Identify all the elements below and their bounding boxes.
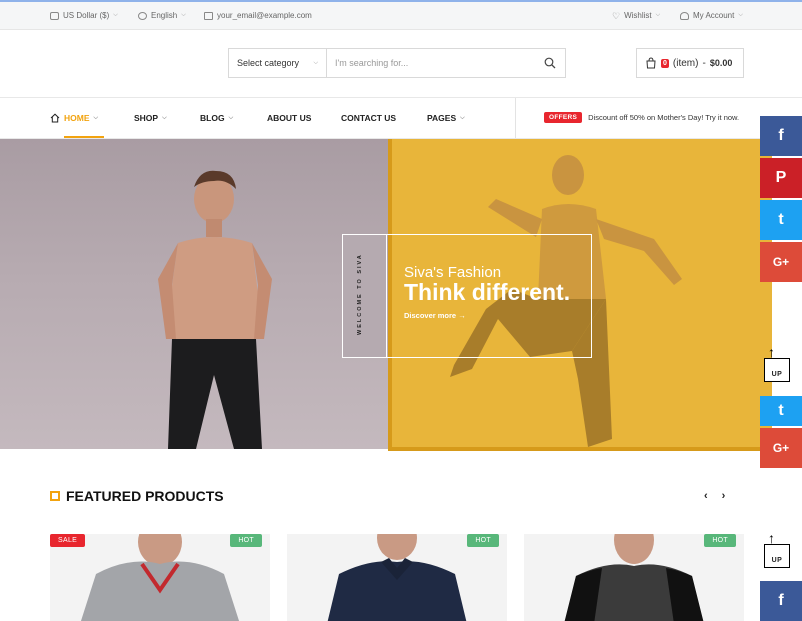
nav-label: PAGES: [427, 113, 457, 123]
arrow-up-icon: ↑: [768, 530, 775, 546]
facebook-icon: f: [778, 592, 784, 609]
currency-label: US Dollar ($): [63, 11, 110, 20]
facebook-share-button[interactable]: f: [760, 581, 802, 621]
nav-label: CONTACT US: [341, 113, 397, 123]
facebook-icon: f: [778, 127, 784, 144]
chevron-down-icon: ⌵: [738, 12, 743, 18]
mail-icon: [204, 11, 213, 20]
twitter-share-button[interactable]: t: [760, 200, 802, 240]
wallet-icon: [50, 11, 59, 20]
chevron-down-icon: ⌵: [313, 59, 318, 66]
nav-label: HOME: [64, 113, 90, 123]
google-plus-icon: G+: [772, 255, 790, 269]
chevron-down-icon: ⌵: [460, 114, 465, 121]
cart-separator: -: [702, 57, 706, 69]
cart-items-label: (item): [672, 57, 699, 69]
featured-products-heading: FEATURED PRODUCTS: [50, 488, 224, 504]
account-menu[interactable]: My Account ⌵: [680, 11, 743, 20]
product-image: [327, 534, 467, 621]
language-label: English: [151, 11, 178, 20]
next-arrow-button[interactable]: ›: [722, 490, 726, 502]
prev-arrow-button[interactable]: ‹: [704, 490, 708, 502]
hero-model-image: [158, 170, 272, 449]
product-image: [80, 534, 240, 621]
search-button[interactable]: [535, 49, 565, 77]
hero-left-panel: [0, 139, 388, 449]
cart-count-badge: 0: [661, 58, 669, 68]
nav-divider: [515, 98, 516, 138]
cart-button[interactable]: 0 (item) - $0.00: [636, 48, 744, 78]
product-card[interactable]: HOT: [524, 534, 744, 621]
google-plus-icon: G+: [772, 441, 790, 455]
nav-item-shop[interactable]: SHOP ⌵: [134, 98, 167, 138]
wishlist-link[interactable]: ♡ Wishlist ⌵: [612, 11, 660, 20]
heart-icon: ♡: [612, 10, 621, 21]
hero-title: Think different.: [404, 279, 571, 305]
language-selector[interactable]: English ⌵: [138, 11, 186, 20]
twitter-icon: t: [778, 402, 784, 419]
chevron-down-icon: ⌵: [655, 12, 661, 18]
search-icon: [544, 57, 556, 69]
globe-icon: [138, 11, 147, 20]
user-icon: [680, 11, 689, 20]
product-card[interactable]: SALE HOT: [50, 534, 270, 621]
chevron-down-icon: ⌵: [93, 114, 99, 121]
twitter-share-button[interactable]: t: [760, 396, 802, 426]
square-icon: [50, 491, 60, 501]
sale-badge: SALE: [50, 534, 86, 547]
header: Select category ⌵ 0 (item) - $0.00: [0, 30, 802, 98]
offers-badge: OFFERS: [544, 112, 583, 123]
twitter-icon: t: [778, 211, 784, 228]
nav-item-pages[interactable]: PAGES ⌵: [427, 98, 465, 138]
up-label: UP: [771, 557, 783, 564]
pinterest-icon: P: [775, 169, 787, 186]
account-label: My Account: [693, 11, 735, 20]
shopping-bag-icon: [646, 57, 656, 69]
hot-badge: HOT: [230, 534, 262, 547]
chevron-down-icon: ⌵: [181, 12, 186, 18]
email-link[interactable]: your_email@example.com: [204, 11, 312, 20]
cart-total: $0.00: [709, 58, 733, 68]
google-plus-share-button[interactable]: G+: [760, 428, 802, 468]
nav-item-contact[interactable]: CONTACT US: [341, 98, 396, 138]
nav-item-about[interactable]: ABOUT US: [267, 98, 311, 138]
hot-badge: HOT: [467, 534, 499, 547]
up-label: UP: [771, 371, 783, 378]
scroll-up-button[interactable]: UP: [764, 544, 790, 568]
section-title: FEATURED PRODUCTS: [66, 488, 224, 504]
search-bar: Select category ⌵: [228, 48, 566, 78]
facebook-share-button[interactable]: f: [760, 116, 802, 156]
email-label: your_email@example.com: [217, 11, 312, 20]
product-image: [564, 534, 704, 621]
scroll-up-button[interactable]: UP: [764, 358, 790, 382]
nav-label: ABOUT US: [267, 113, 312, 123]
offer-banner[interactable]: OFFERS Discount off 50% on Mother's Day!…: [544, 112, 739, 123]
nav-item-blog[interactable]: BLOG ⌵: [200, 98, 233, 138]
hero-vertical-label: WELCOME TO SIVA: [357, 253, 363, 335]
arrow-up-icon: ↑: [768, 344, 775, 360]
nav-item-home[interactable]: HOME ⌵: [50, 98, 105, 138]
hero-caption-side-panel: [343, 235, 387, 357]
discover-more-link[interactable]: Discover more →: [404, 311, 466, 320]
wishlist-label: Wishlist: [624, 11, 652, 20]
main-nav: HOME ⌵ SHOP ⌵ BLOG ⌵ ABOUT US CONTACT US…: [0, 97, 802, 139]
product-card[interactable]: HOT: [287, 534, 507, 621]
currency-selector[interactable]: US Dollar ($) ⌵: [50, 11, 118, 20]
chevron-down-icon: ⌵: [228, 114, 234, 121]
home-icon: [50, 113, 60, 123]
hot-badge: HOT: [704, 534, 736, 547]
top-bar: US Dollar ($) ⌵ English ⌵ your_email@exa…: [0, 0, 802, 30]
nav-label: BLOG: [200, 113, 225, 123]
category-label: Select category: [237, 58, 300, 68]
google-plus-share-button[interactable]: G+: [760, 242, 802, 282]
pinterest-share-button[interactable]: P: [760, 158, 802, 198]
search-input[interactable]: [327, 49, 535, 77]
chevron-down-icon: ⌵: [162, 114, 167, 121]
hero-banner: WELCOME TO SIVA Siva's Fashion Think dif…: [0, 139, 802, 451]
nav-label: SHOP: [134, 113, 159, 123]
category-select[interactable]: Select category ⌵: [229, 49, 327, 77]
offer-text: Discount off 50% on Mother's Day! Try it…: [588, 113, 740, 122]
carousel-controls: ‹ ›: [704, 490, 725, 502]
chevron-down-icon: ⌵: [113, 12, 118, 18]
